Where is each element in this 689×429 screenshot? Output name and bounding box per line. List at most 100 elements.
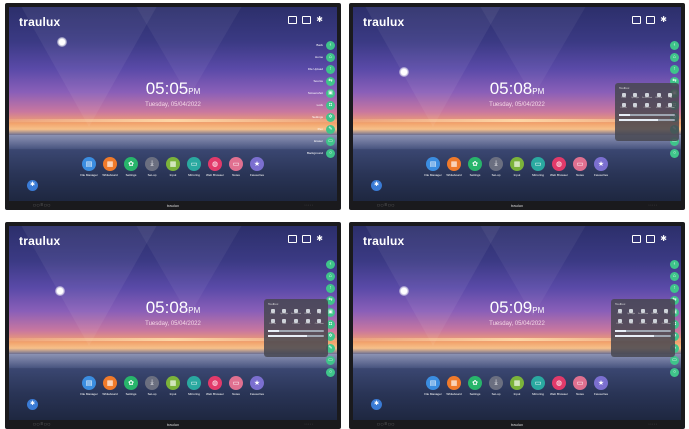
dock-app[interactable]: ▦ Input [164,376,182,396]
monitor-icon[interactable] [302,16,312,24]
toolbox-item[interactable]: Calculator [315,319,324,327]
dock-app[interactable]: ▦ Input [164,157,182,177]
dock-app[interactable]: ▤ File Manager [80,157,98,177]
dock-app[interactable]: ▤ File Manager [424,157,442,177]
dock-app[interactable]: ▭ Notes [227,157,245,177]
dock-app[interactable]: ★ Favourites [592,376,610,396]
volume-slider[interactable] [619,119,675,121]
home-icon[interactable]: ⌂ [670,272,679,281]
lock-icon[interactable]: ◘ [326,101,335,110]
toolbox-item[interactable]: Vote [279,319,288,327]
dock-app[interactable]: ▦ Input [508,376,526,396]
back-icon[interactable]: ‹ [326,260,335,269]
cast-icon[interactable] [288,235,298,243]
monitor-icon[interactable] [302,235,312,243]
toolbox-item[interactable]: Camera [638,319,648,327]
toolbox-item[interactable]: Mirror [654,103,663,111]
toolbox-item[interactable]: Timer [268,309,277,317]
toolbox-item[interactable]: Screenshot [638,309,648,317]
toolbox-item[interactable]: Freeze [268,319,277,327]
dock-app[interactable]: ⤓ Set-up [143,157,161,177]
toolbox-item[interactable]: Timer [619,93,628,101]
bluetooth-button-icon[interactable]: ✱ [27,180,38,191]
toolbox-item[interactable]: Freeze [619,103,628,111]
home-icon[interactable]: ⌂ [670,53,679,62]
bluetooth-icon[interactable]: ✱ [316,235,323,243]
toolbox-item[interactable]: Record [650,309,659,317]
toolbox-item[interactable]: Camera [642,103,652,111]
dock-app[interactable]: ✿ Settings [466,157,484,177]
toolbox-item[interactable]: Calculator [666,103,675,111]
toolbox-item[interactable]: Freeze [615,319,624,327]
dock-app[interactable]: ▭ Mirroring [529,157,547,177]
dock-app[interactable]: ⤓ Set-up [487,376,505,396]
bluetooth-button-icon[interactable]: ✱ [371,399,382,410]
dock-app[interactable]: ⤓ Set-up [487,157,505,177]
dock-app[interactable]: ★ Favourites [248,157,266,177]
dock-app[interactable]: ⤓ Set-up [143,376,161,396]
volume-slider[interactable] [268,335,324,337]
toolbox-item[interactable]: Spotlight [626,309,635,317]
dock-app[interactable]: ▦ Whiteboard [445,157,463,177]
dock-app[interactable]: ▭ Mirroring [185,376,203,396]
home-icon[interactable]: ⌂ [326,53,335,62]
cast-icon[interactable] [288,16,298,24]
toolbox-item[interactable]: Spotlight [630,93,639,101]
bluetooth-icon[interactable]: ✱ [660,235,667,243]
bluetooth-button-icon[interactable]: ✱ [371,180,382,191]
eraser-icon[interactable]: ▭ [326,137,335,146]
toolbox-item[interactable]: Screenshot [291,309,301,317]
back-icon[interactable]: ‹ [670,41,679,50]
toolbox-item[interactable]: Pen [315,309,324,317]
brightness-slider[interactable] [615,330,671,332]
back-icon[interactable]: ‹ [670,260,679,269]
dock-app[interactable]: ★ Favourites [248,376,266,396]
toolbox-item[interactable]: Mirror [303,319,312,327]
back-icon[interactable]: ‹ [326,41,335,50]
toolbox-item[interactable]: Pen [666,93,675,101]
toolbox-item[interactable]: Vote [626,319,635,327]
source-icon[interactable]: ⇆ [326,77,335,86]
dock-app[interactable]: ✿ Settings [122,376,140,396]
dock-app[interactable]: ▤ File Manager [80,376,98,396]
dock-app[interactable]: ◍ Web Browser [206,376,224,396]
home-icon[interactable]: ⌂ [326,272,335,281]
brightness-slider[interactable] [268,330,324,332]
upload-icon[interactable]: ↑ [326,65,335,74]
toolbox-item[interactable]: Camera [291,319,301,327]
bluetooth-icon[interactable]: ✱ [316,16,323,24]
toolbox-item[interactable]: Screenshot [642,93,652,101]
monitor-icon[interactable] [646,16,656,24]
toolbox-item[interactable]: Record [303,309,312,317]
screenshot-icon[interactable]: ▣ [326,89,335,98]
toolbox-item[interactable]: Calculator [662,319,671,327]
toolbox-item[interactable]: Record [654,93,663,101]
dock-app[interactable]: ▭ Mirroring [529,376,547,396]
upload-icon[interactable]: ↑ [670,284,679,293]
cast-icon[interactable] [632,16,642,24]
dock-app[interactable]: ▭ Mirroring [185,157,203,177]
cast-icon[interactable] [632,235,642,243]
monitor-icon[interactable] [646,235,656,243]
dock-app[interactable]: ▤ File Manager [424,376,442,396]
dock-app[interactable]: ◍ Web Browser [206,157,224,177]
dock-app[interactable]: ▦ Whiteboard [445,376,463,396]
dock-app[interactable]: ▭ Notes [571,376,589,396]
dock-app[interactable]: ◍ Web Browser [550,157,568,177]
dock-app[interactable]: ▭ Notes [571,157,589,177]
eraser-icon[interactable]: ▭ [670,356,679,365]
toolbox-item[interactable]: Vote [630,103,639,111]
brightness-slider[interactable] [619,114,675,116]
toolbox-item[interactable]: Mirror [650,319,659,327]
toolbox-item[interactable]: Timer [615,309,624,317]
dock-app[interactable]: ▦ Input [508,157,526,177]
dock-app[interactable]: ✿ Settings [122,157,140,177]
dock-app[interactable]: ✿ Settings [466,376,484,396]
dock-app[interactable]: ▦ Whiteboard [101,376,119,396]
dock-app[interactable]: ★ Favourites [592,157,610,177]
dock-app[interactable]: ▦ Whiteboard [101,157,119,177]
pen-icon[interactable]: ✎ [326,125,335,134]
dock-app[interactable]: ◍ Web Browser [550,376,568,396]
upload-icon[interactable]: ↑ [326,284,335,293]
upload-icon[interactable]: ↑ [670,65,679,74]
